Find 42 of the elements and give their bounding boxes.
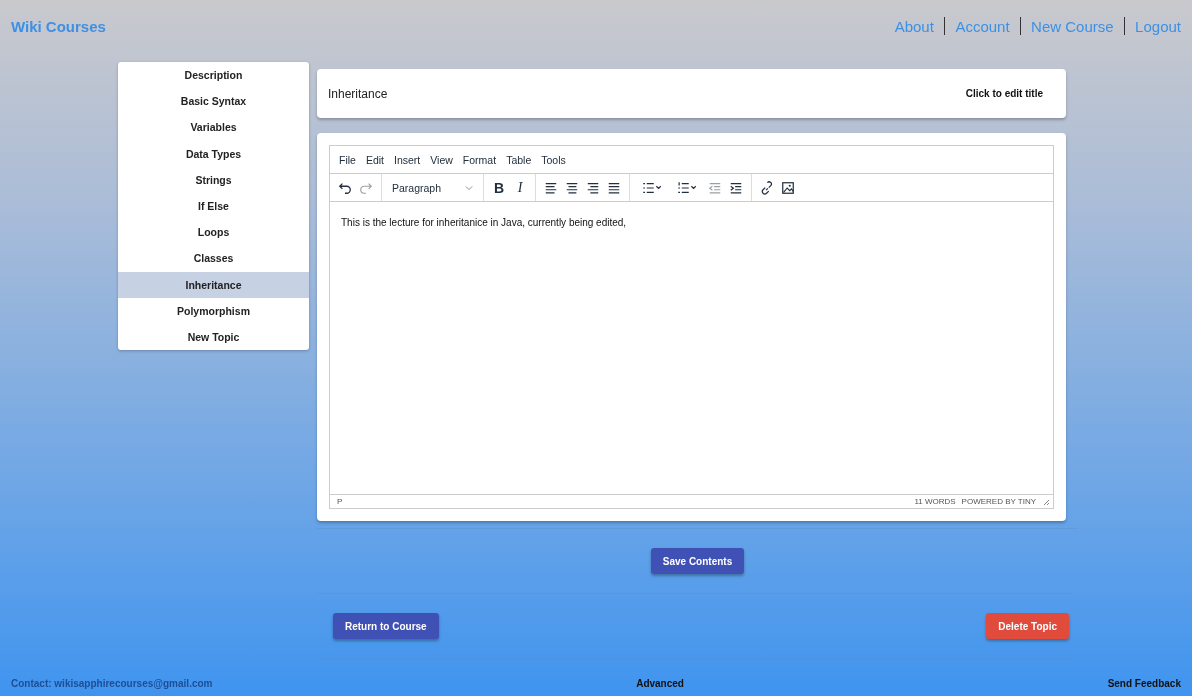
- image-icon[interactable]: [781, 180, 796, 195]
- editor-text[interactable]: This is the lecture for inheritanice in Java, currently being edited,: [341, 217, 627, 228]
- align-right-icon[interactable]: [586, 180, 601, 195]
- align-center-icon[interactable]: [565, 180, 580, 195]
- sidebar-item[interactable]: Inheritance: [118, 271, 309, 298]
- sidebar-item[interactable]: Strings: [118, 166, 309, 193]
- justify-icon[interactable]: [607, 180, 622, 195]
- link-icon[interactable]: [760, 180, 775, 195]
- menu-item[interactable]: File: [334, 153, 361, 166]
- sidebar-item[interactable]: If Else: [118, 192, 309, 220]
- align-left-icon[interactable]: [544, 180, 559, 195]
- menu-item[interactable]: Table: [501, 153, 537, 166]
- resize-handle-icon[interactable]: [1042, 497, 1050, 506]
- sidebar-item[interactable]: Basic Syntax: [118, 88, 309, 115]
- branding-link[interactable]: POWERED BY TINY: [961, 497, 1036, 506]
- contact-text: Contact: wikisapphirecourses@gmail.com: [11, 677, 213, 689]
- sidebar-item[interactable]: Description: [118, 62, 309, 89]
- sidebar-item[interactable]: Polymorphism: [118, 297, 309, 324]
- sidebar-item[interactable]: Classes: [118, 245, 309, 272]
- menu-item[interactable]: View: [425, 153, 458, 166]
- outdent-icon[interactable]: [708, 180, 723, 195]
- word-count: 11 WORDS: [914, 497, 956, 506]
- delete-button[interactable]: Delete Topic: [986, 613, 1069, 639]
- topic-title: Inheritance: [328, 86, 388, 101]
- italic-button[interactable]: I: [513, 179, 528, 196]
- sidebar-item[interactable]: Data Types: [118, 140, 309, 167]
- return-button[interactable]: Return to Course: [333, 613, 439, 639]
- advanced-link[interactable]: Advanced: [636, 677, 684, 689]
- block-format-dropdown[interactable]: Paragraph: [390, 181, 476, 194]
- sidebar-item[interactable]: Variables: [118, 114, 309, 141]
- save-button[interactable]: Save Contents: [650, 548, 745, 574]
- menu-item[interactable]: Insert: [389, 153, 426, 166]
- indent-icon[interactable]: [729, 180, 744, 195]
- bold-button[interactable]: B: [492, 179, 507, 196]
- sidebar-item[interactable]: Loops: [118, 219, 309, 246]
- menu-item[interactable]: Edit: [360, 153, 389, 166]
- element-path: P: [337, 497, 343, 506]
- edit-title-link[interactable]: Click to edit title: [965, 88, 1043, 99]
- feedback-link[interactable]: Send Feedback: [1107, 677, 1181, 689]
- menu-item[interactable]: Tools: [536, 153, 571, 166]
- sidebar-item[interactable]: New Topic: [118, 323, 309, 351]
- menu-item[interactable]: Format: [457, 153, 502, 166]
